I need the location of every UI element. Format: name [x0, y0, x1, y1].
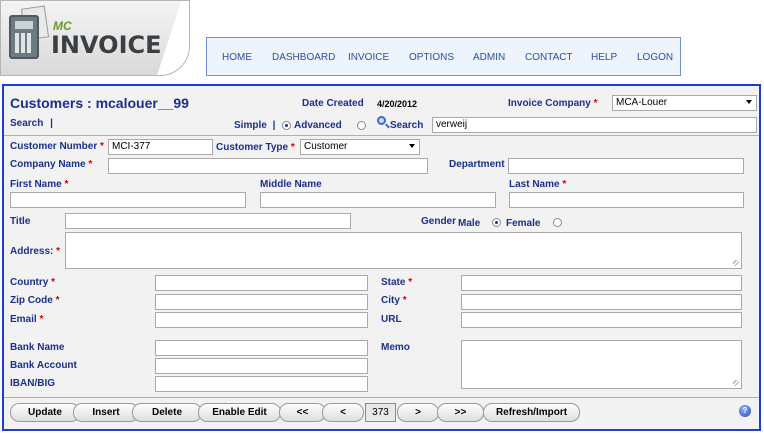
female-radio[interactable] [553, 218, 562, 227]
nav-options[interactable]: OPTIONS [409, 52, 454, 63]
nav-contact[interactable]: CONTACT [525, 52, 573, 63]
department-label: Department [449, 159, 505, 170]
previous-page-button[interactable]: < [322, 403, 364, 422]
search-input[interactable]: verweij [432, 117, 757, 133]
help-icon[interactable]: ? [739, 405, 751, 417]
title-field[interactable] [65, 213, 351, 229]
last-page-button[interactable]: >> [437, 403, 484, 422]
url-label: URL [381, 314, 402, 325]
company-name-label: Company Name * [10, 159, 93, 170]
page-number: 373 [365, 403, 396, 422]
search-button[interactable]: Search [390, 120, 423, 131]
customer-type-label: Customer Type * [216, 142, 295, 153]
advanced-label: Advanced [294, 120, 342, 131]
main-navigation: HOME DASHBOARD INVOICE OPTIONS ADMIN CON… [206, 37, 681, 76]
department-field[interactable] [508, 158, 744, 174]
memo-textarea[interactable] [461, 340, 742, 389]
female-label: Female [506, 218, 541, 229]
middle-name-field[interactable] [260, 192, 496, 208]
state-label: State * [381, 277, 413, 288]
nav-dashboard[interactable]: DASHBOARD [272, 52, 335, 63]
bank-name-label: Bank Name [10, 342, 65, 353]
customer-type-select[interactable]: Customer [300, 139, 420, 155]
middle-name-label: Middle Name [260, 179, 322, 190]
title-label: Title [10, 216, 31, 227]
invoice-company-label: Invoice Company * [508, 98, 598, 109]
refresh-import-button[interactable]: Refresh/Import [483, 403, 580, 422]
address-textarea[interactable] [65, 232, 742, 269]
address-label: Address: * [10, 246, 61, 257]
last-name-label: Last Name * [509, 179, 567, 190]
toolbar-divider [4, 397, 759, 398]
nav-invoice[interactable]: INVOICE [348, 52, 389, 63]
next-page-button[interactable]: > [397, 403, 439, 422]
invoice-company-select[interactable]: MCA-Louer [612, 95, 757, 111]
chevron-down-icon [746, 100, 752, 104]
bank-account-field[interactable] [155, 358, 368, 374]
city-label: City * [381, 295, 407, 306]
iban-label: IBAN/BIG [10, 378, 55, 389]
iban-field[interactable] [155, 376, 368, 392]
search-icon[interactable] [377, 116, 386, 125]
first-name-label: First Name * [10, 179, 69, 190]
bank-name-field[interactable] [155, 340, 368, 356]
chevron-down-icon [409, 144, 415, 148]
city-field[interactable] [461, 294, 742, 310]
url-field[interactable] [461, 312, 742, 328]
customer-number-field[interactable]: MCI-377 [108, 139, 213, 155]
email-field[interactable] [155, 312, 368, 328]
logo-invoice-text: INVOICE [51, 31, 162, 59]
customer-number-label: Customer Number * [10, 141, 104, 152]
state-field[interactable] [461, 275, 742, 291]
page-title: Customers : mcalouer__99 [10, 95, 189, 111]
date-created-value: 4/20/2012 [377, 99, 418, 109]
nav-help[interactable]: HELP [591, 52, 617, 63]
insert-button[interactable]: Insert [73, 403, 139, 422]
zip-code-field[interactable] [155, 294, 368, 310]
country-field[interactable] [155, 275, 368, 291]
nav-admin[interactable]: ADMIN [473, 52, 505, 63]
calculator-icon [9, 15, 39, 59]
date-created-label: Date Created [302, 98, 364, 109]
gender-label: Gender [421, 216, 457, 227]
company-name-field[interactable] [108, 158, 428, 174]
delete-button[interactable]: Delete [132, 403, 202, 422]
male-radio[interactable] [492, 218, 501, 227]
country-label: Country * [10, 277, 56, 288]
email-label: Email * [10, 314, 44, 325]
search-section-label: Search | [10, 118, 53, 129]
memo-label: Memo [381, 342, 410, 353]
nav-logon[interactable]: LOGON [637, 52, 673, 63]
nav-home[interactable]: HOME [222, 52, 252, 63]
last-name-field[interactable] [509, 192, 744, 208]
male-label: Male [458, 218, 481, 229]
app-logo: MC INVOICE [0, 0, 190, 76]
first-name-field[interactable] [10, 192, 246, 208]
customer-form-panel: Customers : mcalouer__99 Date Created 4/… [2, 84, 761, 431]
simple-label: Simple | [234, 120, 276, 131]
zip-code-label: Zip Code * [10, 295, 60, 306]
divider [4, 135, 759, 136]
enable-edit-button[interactable]: Enable Edit [198, 403, 281, 422]
simple-radio[interactable] [357, 121, 366, 130]
first-page-button[interactable]: << [279, 403, 326, 422]
advanced-radio[interactable] [282, 121, 291, 130]
update-button[interactable]: Update [10, 403, 80, 422]
bank-account-label: Bank Account [10, 360, 77, 371]
